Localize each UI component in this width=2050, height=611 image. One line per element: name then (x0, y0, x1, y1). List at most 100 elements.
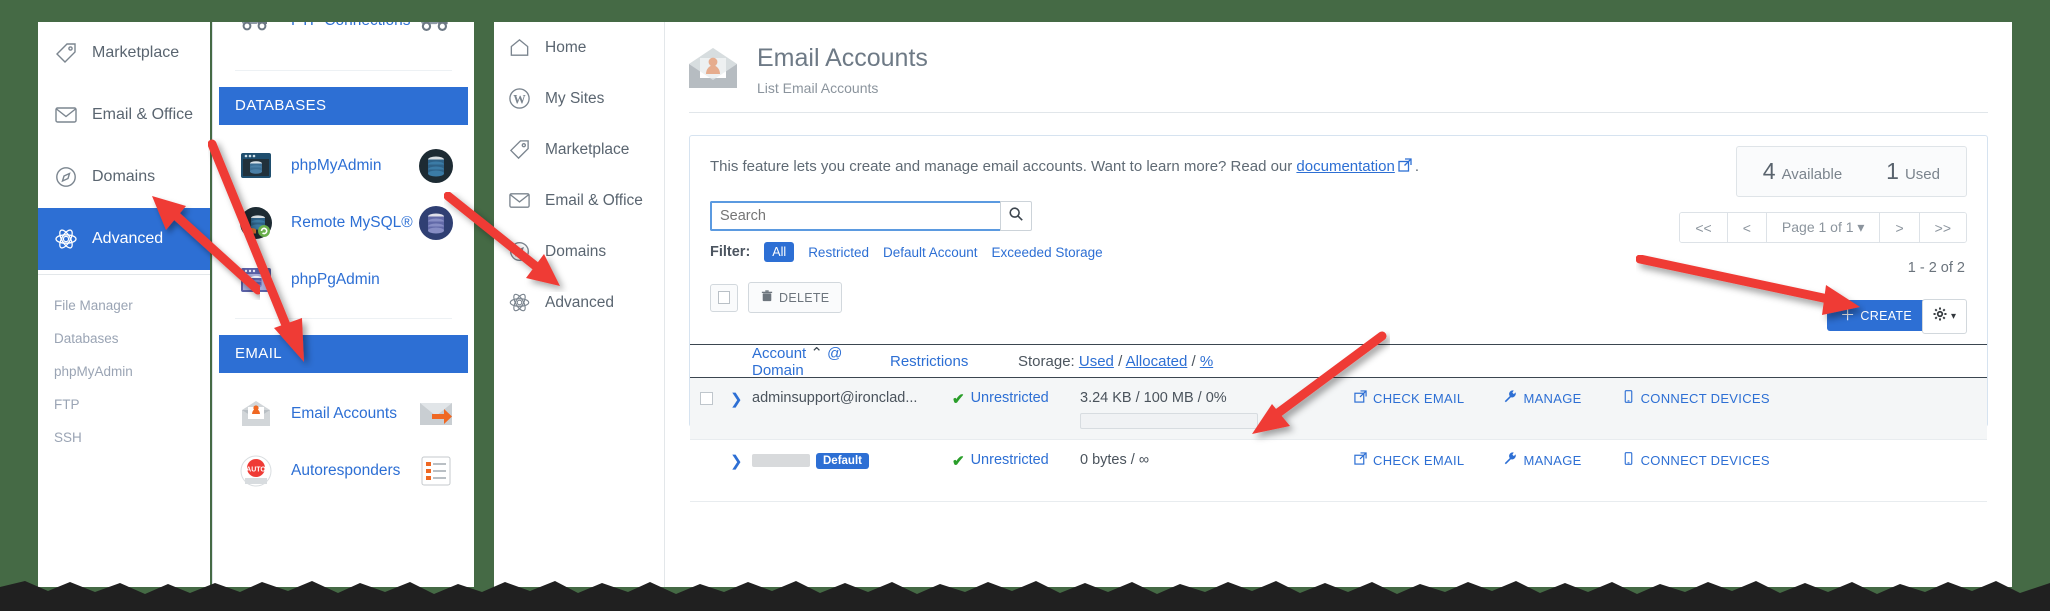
sidebar-subitem-phpmyadmin[interactable]: phpMyAdmin (38, 355, 210, 388)
column-header-account[interactable]: Account ⌃ @ Domain (690, 344, 890, 379)
pagination-page-label: Page 1 of 1 (1781, 219, 1854, 235)
sidebar-item-advanced[interactable]: Advanced (494, 277, 664, 328)
pagination-prev-button[interactable]: < (1726, 213, 1766, 242)
delete-button[interactable]: DELETE (748, 282, 843, 313)
content-card: This feature lets you create and manage … (689, 135, 1988, 502)
row-expand-toggle[interactable]: ❯ (730, 452, 752, 470)
filter-option-exceeded-storage[interactable]: Exceeded Storage (992, 245, 1103, 260)
email-accounts-icon (239, 397, 273, 431)
sidebar-item-domains[interactable]: Domains (494, 226, 664, 277)
sidebar-item-home[interactable]: Home (494, 22, 664, 73)
sidebar-item-my-sites[interactable]: W My Sites (494, 73, 664, 124)
sidebar-item-advanced[interactable]: Advanced (38, 208, 210, 270)
search-icon (1008, 206, 1024, 227)
tile-ftp-connections[interactable]: FTP Connections (213, 22, 474, 38)
row-checkbox[interactable] (690, 390, 730, 405)
account-counters: 4 Available 1 Used (1735, 146, 1967, 197)
chevron-right-icon: ❯ (730, 391, 743, 408)
email-forward-icon-secondary (418, 396, 454, 432)
tag-icon (54, 41, 78, 65)
manage-label: MANAGE (1523, 452, 1582, 468)
tile-phpmyadmin[interactable]: phpMyAdmin (213, 137, 474, 194)
manage-action[interactable]: MANAGE (1504, 452, 1581, 468)
row-checkbox[interactable] (690, 452, 730, 454)
email-accounts-table: Account ⌃ @ Domain Restrictions Storage:… (690, 344, 1987, 502)
create-button[interactable]: ＋ CREATE (1827, 300, 1925, 331)
check-email-action[interactable]: CHECK EMAIL (1354, 452, 1464, 468)
sidebar-item-domains[interactable]: Domains (38, 146, 210, 208)
available-label: Available (1781, 166, 1843, 183)
row-actions: CHECK EMAIL MANAGE CONNECT DEVICES (1330, 390, 1987, 406)
cpanel-right-sidebar: Home W My Sites Marketplace Email & Offi… (494, 22, 664, 587)
select-all-checkbox[interactable] (710, 283, 738, 312)
cpanel-left-sidebar: Marketplace Email & Office Domains Advan… (38, 22, 210, 587)
sidebar-item-marketplace[interactable]: Marketplace (494, 124, 664, 175)
pagination-first-button[interactable]: << (1680, 213, 1727, 242)
mobile-icon (1622, 390, 1635, 406)
email-accounts-header-icon (687, 46, 739, 95)
row-restriction: ✔ Unrestricted (952, 452, 1080, 470)
storage-sep: / (1113, 352, 1126, 370)
tile-autoresponders[interactable]: AUTO Autoresponders (213, 442, 474, 499)
row-restriction: ✔ Unrestricted (952, 390, 1080, 408)
available-value: 4 (1762, 158, 1776, 184)
tile-email-accounts[interactable]: Email Accounts (213, 385, 474, 442)
filter-option-all[interactable]: All (764, 242, 795, 262)
manage-action[interactable]: MANAGE (1504, 390, 1581, 406)
row-storage-label: 3.24 KB / 100 MB / 0% (1080, 390, 1227, 406)
table-settings-button[interactable]: ▾ (1921, 299, 1967, 334)
checkbox-glyph (718, 291, 730, 304)
search-input[interactable] (710, 201, 1000, 231)
check-email-action[interactable]: CHECK EMAIL (1354, 390, 1464, 406)
sidebar-subitem-databases[interactable]: Databases (38, 322, 210, 355)
page-header: Email Accounts List Email Accounts (665, 22, 2012, 96)
description-text-after: . (1414, 158, 1419, 175)
filter-option-restricted[interactable]: Restricted (808, 245, 869, 260)
pagination-controls: << < Page 1 of 1 ▾ > >> (1679, 212, 1967, 243)
connect-devices-action[interactable]: CONNECT DEVICES (1622, 452, 1770, 468)
storage-allocated-link[interactable]: Allocated (1126, 353, 1188, 370)
connect-devices-action[interactable]: CONNECT DEVICES (1622, 390, 1770, 406)
sidebar-item-email-office[interactable]: Email & Office (38, 84, 210, 146)
column-header-restrictions[interactable]: Restrictions (890, 353, 1018, 370)
sidebar-divider (38, 274, 210, 275)
available-counter: 4 Available (1763, 158, 1842, 185)
page-title: Email Accounts (757, 44, 928, 72)
used-label: Used (1904, 166, 1940, 183)
sidebar-subitem-ftp[interactable]: FTP (38, 388, 210, 421)
sidebar-item-label: Marketplace (92, 44, 180, 61)
pagination-page-select[interactable]: Page 1 of 1 ▾ (1765, 213, 1880, 242)
tile-phppgadmin[interactable]: phpPgAdmin (213, 251, 474, 308)
filter-option-default-account[interactable]: Default Account (883, 245, 978, 260)
sidebar-subitem-file-manager[interactable]: File Manager (38, 289, 210, 322)
pagination-next-button[interactable]: > (1879, 213, 1919, 242)
tile-remote-mysql[interactable]: Remote MySQL® (213, 194, 474, 251)
phpmyadmin-icon (239, 149, 273, 183)
ftp-connections-icon (239, 22, 273, 38)
gear-icon (1933, 307, 1947, 326)
external-link-icon (1354, 452, 1367, 468)
plus-icon: ＋ (1840, 307, 1856, 324)
compass-icon (508, 240, 532, 264)
envelope-icon (54, 103, 78, 127)
table-header-row: Account ⌃ @ Domain Restrictions Storage:… (690, 344, 1987, 379)
wordpress-icon: W (508, 87, 532, 111)
tile-label: phpPgAdmin (291, 270, 380, 288)
sidebar-item-label: Advanced (545, 293, 614, 311)
wrench-icon (1504, 452, 1517, 468)
chevron-down-icon: ▾ (1950, 311, 1956, 322)
row-expand-toggle[interactable]: ❯ (730, 390, 752, 408)
search-button[interactable] (1000, 201, 1032, 231)
storage-used-link[interactable]: Used (1079, 353, 1114, 370)
description-text-before: This feature lets you create and manage … (710, 158, 1297, 175)
tag-icon (508, 138, 532, 162)
sidebar-item-email-office[interactable]: Email & Office (494, 175, 664, 226)
sidebar-item-marketplace[interactable]: Marketplace (38, 22, 210, 84)
storage-percent-link[interactable]: % (1200, 353, 1213, 370)
documentation-link[interactable]: documentation (1296, 158, 1394, 175)
pagination-last-button[interactable]: >> (1918, 213, 1966, 242)
sidebar-subitem-ssh[interactable]: SSH (38, 421, 210, 454)
sidebar-item-label: Marketplace (545, 140, 630, 158)
autoresponders-icon-secondary (418, 453, 454, 489)
sidebar-item-label: Domains (92, 168, 156, 185)
